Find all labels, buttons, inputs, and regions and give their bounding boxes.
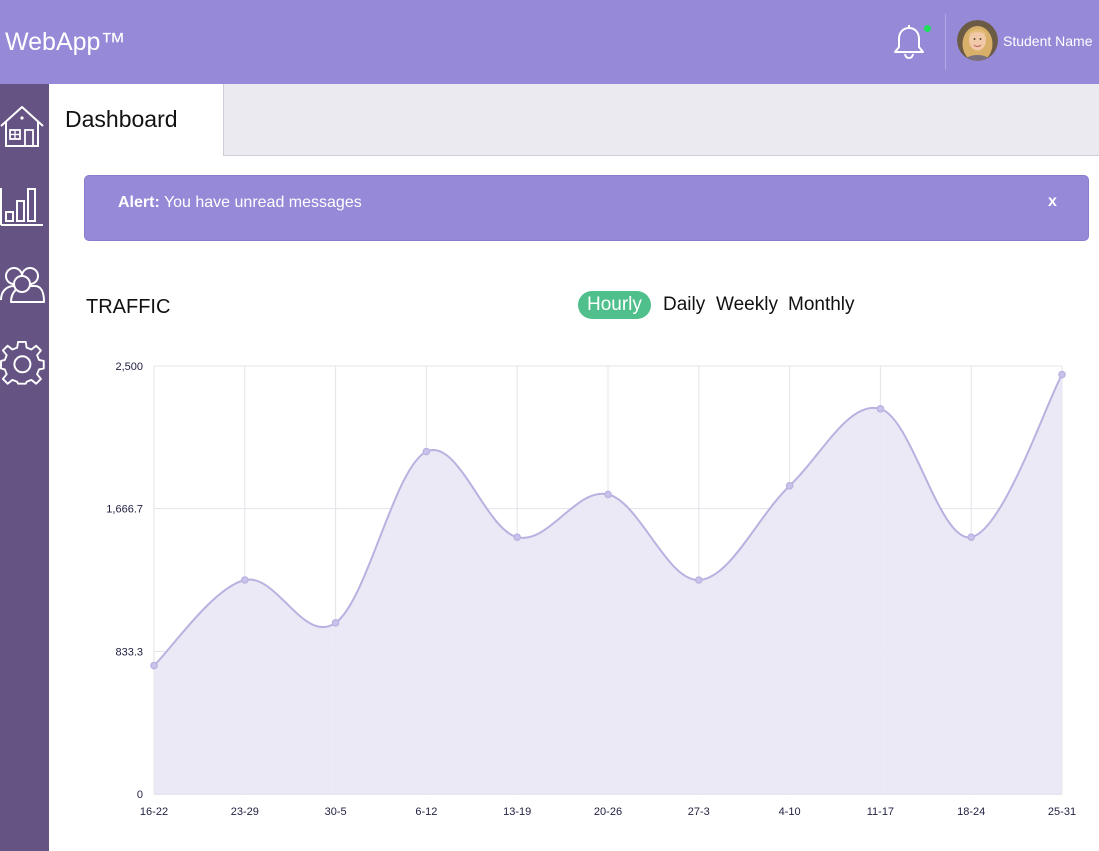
avatar-photo bbox=[957, 20, 998, 61]
user-avatar[interactable] bbox=[957, 20, 998, 61]
gear-icon bbox=[0, 340, 45, 385]
x-tick-label: 4-10 bbox=[779, 806, 801, 818]
users-icon bbox=[0, 267, 45, 303]
sidebar-item-settings[interactable] bbox=[0, 340, 46, 387]
traffic-chart-svg: 0 833.3 1,666.7 2,500 16-22 23-29 30-5 6-12 13-1… bbox=[106, 361, 1076, 818]
data-point bbox=[694, 576, 703, 584]
alert-message: You have unread messages bbox=[159, 194, 362, 211]
x-tick-label: 30-5 bbox=[325, 806, 347, 818]
x-tick-label: 16-22 bbox=[140, 806, 168, 818]
range-tab-weekly[interactable]: Weekly bbox=[716, 291, 778, 319]
sidebar-item-users[interactable] bbox=[0, 262, 46, 308]
alert-close-button[interactable]: x bbox=[1048, 193, 1057, 211]
traffic-chart: 0 833.3 1,666.7 2,500 16-22 23-29 30-5 6-12 13-1… bbox=[95, 355, 1099, 825]
tab-dashboard[interactable]: Dashboard bbox=[49, 84, 224, 156]
user-name[interactable]: Student Name bbox=[1003, 33, 1093, 49]
range-tab-daily[interactable]: Daily bbox=[663, 291, 705, 319]
tab-dashboard-label: Dashboard bbox=[65, 106, 178, 132]
sidebar bbox=[0, 84, 49, 851]
notification-status-dot bbox=[924, 25, 931, 32]
y-tick-label: 2,500 bbox=[115, 361, 143, 373]
data-point bbox=[422, 447, 431, 456]
data-point bbox=[513, 533, 522, 542]
data-point bbox=[604, 490, 612, 499]
sidebar-item-analytics[interactable] bbox=[0, 184, 46, 230]
x-tick-label: 23-29 bbox=[231, 806, 259, 818]
header-divider bbox=[945, 14, 946, 70]
app-logo: WebApp™ bbox=[5, 28, 126, 56]
data-point bbox=[1058, 370, 1066, 379]
notifications-button[interactable] bbox=[892, 24, 926, 60]
sidebar-item-home[interactable] bbox=[0, 104, 46, 150]
data-point bbox=[241, 576, 249, 584]
alert-banner: Alert: You have unread messages x bbox=[84, 175, 1089, 241]
data-point bbox=[331, 618, 340, 627]
x-tick-label: 11-17 bbox=[867, 806, 894, 818]
data-point bbox=[876, 404, 885, 413]
x-tick-label: 25-31 bbox=[1048, 806, 1076, 818]
x-tick-label: 6-12 bbox=[415, 806, 437, 818]
range-tab-hourly[interactable]: Hourly bbox=[578, 291, 651, 319]
x-tick-label: 20-26 bbox=[594, 806, 622, 818]
x-tick-label: 27-3 bbox=[688, 806, 710, 818]
alert-label: Alert: bbox=[118, 194, 160, 211]
y-tick-label: 0 bbox=[137, 789, 143, 801]
alert-text: Alert: You have unread messages bbox=[118, 194, 362, 212]
top-header: WebApp™ Student Name bbox=[0, 0, 1099, 84]
data-point bbox=[967, 533, 976, 542]
range-tab-monthly[interactable]: Monthly bbox=[788, 291, 855, 319]
traffic-title: TRAFFIC bbox=[86, 296, 171, 318]
x-tick-label: 13-19 bbox=[503, 806, 531, 818]
home-icon bbox=[0, 106, 44, 147]
bar-chart-icon bbox=[0, 188, 43, 226]
data-point bbox=[785, 482, 794, 490]
bell-icon bbox=[894, 25, 924, 60]
y-tick-label: 833.3 bbox=[115, 646, 143, 658]
data-point bbox=[150, 661, 158, 670]
x-tick-label: 18-24 bbox=[957, 806, 985, 818]
y-tick-label: 1,666.7 bbox=[106, 504, 143, 516]
tab-bar: Dashboard bbox=[49, 84, 1099, 156]
